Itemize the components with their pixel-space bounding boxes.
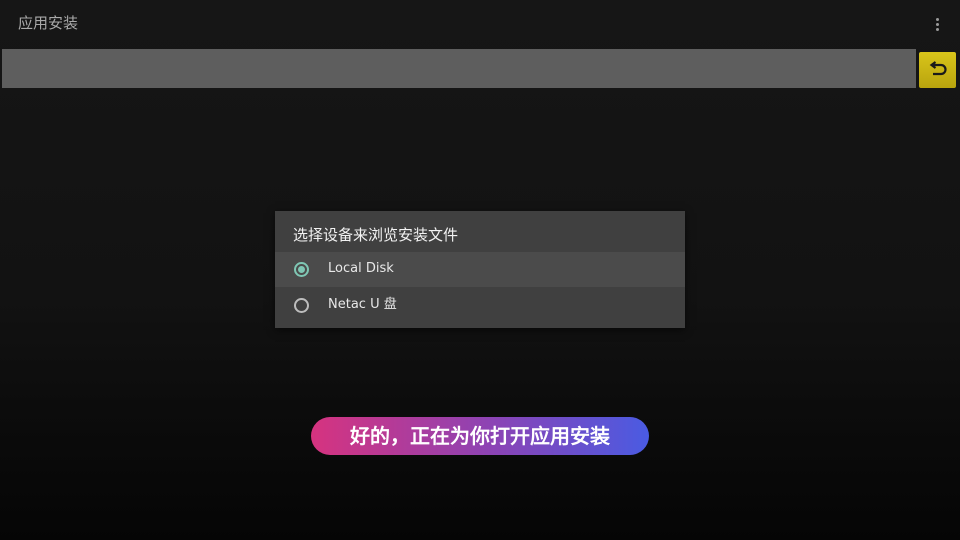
option-label: Netac U 盘 (328, 297, 397, 312)
return-arrow-icon (929, 61, 947, 76)
option-local-disk[interactable]: Local Disk (275, 252, 685, 287)
device-select-dialog: 选择设备来浏览安装文件 Local Disk Netac U 盘 (275, 211, 685, 328)
option-netac-usb[interactable]: Netac U 盘 (275, 288, 685, 323)
back-button[interactable] (919, 52, 956, 88)
title-bar: 应用安装 (0, 0, 960, 46)
dialog-title: 选择设备来浏览安装文件 (293, 226, 459, 244)
radio-unchecked-icon[interactable] (294, 298, 309, 313)
radio-checked-icon[interactable] (294, 262, 309, 277)
more-vert-icon[interactable] (926, 14, 948, 34)
screen: 应用安装 选择设备来浏览安装文件 Local Disk Netac U 盘 好的… (0, 0, 960, 540)
voice-assistant-bubble: 好的，正在为你打开应用安装 (311, 417, 649, 455)
option-label: Local Disk (328, 261, 394, 276)
path-bar[interactable] (2, 49, 916, 88)
app-title: 应用安装 (18, 14, 79, 32)
